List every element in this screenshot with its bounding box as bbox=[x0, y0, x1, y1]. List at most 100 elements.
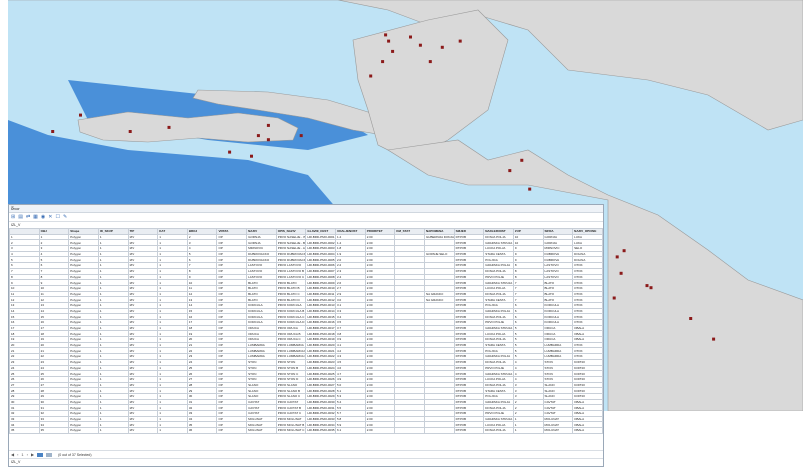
select-by-attributes-icon[interactable]: ▤ bbox=[18, 214, 23, 220]
clear-selection-icon[interactable]: ✕ bbox=[48, 214, 52, 220]
map-point[interactable] bbox=[458, 39, 462, 43]
table-cell: HR-BRD-PMO-0004 bbox=[305, 250, 337, 258]
map-point[interactable] bbox=[167, 125, 171, 129]
table-toolbar: ⊞ ▤ ⇄ ▦ ◉ ✕ ☐ ✎ bbox=[9, 213, 603, 222]
footer-layer-tab[interactable]: IZL_V bbox=[11, 460, 20, 465]
table-cell: HR-BRD-PMO-0018 bbox=[305, 330, 337, 338]
map-point[interactable] bbox=[387, 39, 391, 43]
map-point[interactable] bbox=[384, 33, 388, 37]
delete-selected-icon[interactable]: ☐ bbox=[55, 214, 59, 220]
table-cell: HR-BRD-PMO-0011 bbox=[305, 290, 337, 298]
map-point[interactable] bbox=[528, 187, 532, 191]
map-point[interactable] bbox=[79, 113, 82, 117]
table-cell: 36 bbox=[38, 432, 70, 434]
table-cell: HR-BRD-PMO-0001 bbox=[305, 233, 337, 241]
map-point[interactable] bbox=[520, 158, 524, 162]
map-point[interactable] bbox=[615, 255, 619, 259]
table-cell: HR-BRD-PMO-0017 bbox=[305, 324, 337, 332]
map-point[interactable] bbox=[440, 45, 444, 49]
table-cell: HR-BRD-PMO-0028 bbox=[305, 387, 337, 394]
map-point[interactable] bbox=[266, 138, 270, 142]
show-selected-records-button[interactable] bbox=[46, 452, 53, 457]
map-point[interactable] bbox=[508, 169, 512, 173]
map-point[interactable] bbox=[645, 284, 649, 288]
map-point[interactable] bbox=[391, 49, 395, 53]
map-point[interactable] bbox=[369, 74, 373, 78]
table-cell: HR-BRD-PMO-0036 bbox=[305, 432, 337, 434]
map-point[interactable] bbox=[689, 317, 693, 320]
table-cell: PRVO DUBROVACKO bbox=[275, 250, 307, 258]
table-cell: MOLUNAT bbox=[246, 432, 277, 434]
table-cell: PRVO LASTOVO B bbox=[275, 267, 307, 275]
table-cell: HR-BRD-PMO-0013 bbox=[305, 301, 337, 309]
table-cell: HR-BRD-PMO-0021 bbox=[305, 347, 337, 355]
table-cell: PRVO NASELJE - B bbox=[275, 239, 307, 247]
table-cell: PRVO KORCULA bbox=[275, 301, 307, 309]
table-cell: PRVO LUMBARDA C bbox=[275, 353, 307, 360]
table-cell: OP bbox=[216, 432, 248, 434]
table-cell: GRADSKA STRUJA bbox=[483, 370, 514, 377]
table-cell: GRADSKA POLJA bbox=[483, 307, 514, 315]
record-number-field[interactable]: 1 bbox=[21, 452, 23, 457]
next-record-button[interactable]: › bbox=[27, 452, 28, 457]
zoom-to-selected-icon[interactable]: ◉ bbox=[41, 214, 45, 220]
table-cell: PRVO MOLUNAT B bbox=[275, 421, 307, 429]
table-cell: HR-BRD-PMO-0015 bbox=[305, 313, 337, 320]
table-cell: GUBERNIJA DONJA SELA bbox=[423, 233, 455, 241]
map-point[interactable] bbox=[612, 296, 616, 300]
window-titlebar[interactable]: Izvor × bbox=[9, 205, 603, 213]
table-cell: HR-BRD-PMO-0020 bbox=[305, 341, 337, 349]
map-point[interactable] bbox=[712, 337, 716, 341]
table-cell: GRADSKA STRUJA bbox=[483, 279, 514, 286]
map-point[interactable] bbox=[256, 134, 260, 138]
attribute-table: OBJ Shape ID_SKUP TIP KAT BROJ VRSTA NAZIV OPIS_… bbox=[9, 228, 603, 434]
map-point[interactable] bbox=[428, 60, 432, 64]
edit-icon[interactable]: ✎ bbox=[63, 214, 67, 220]
table-cell: 1 bbox=[157, 432, 188, 434]
last-record-button[interactable]: ▶ bbox=[31, 452, 34, 457]
table-cell: HR-BRD-PMO-0027 bbox=[305, 381, 337, 389]
first-record-button[interactable]: ◀ bbox=[11, 452, 14, 457]
map-point[interactable] bbox=[299, 134, 303, 138]
close-icon[interactable]: × bbox=[11, 205, 601, 211]
table-cell: HR-BRD-PMO-0014 bbox=[305, 307, 337, 315]
footer-tab-row: IZL_V bbox=[9, 458, 603, 466]
table-cell: HR-BRD-PMO-0034 bbox=[305, 421, 337, 429]
map-point[interactable] bbox=[266, 123, 270, 127]
table-cell: HR-BRD-PMO-0005 bbox=[305, 256, 337, 264]
previous-record-button[interactable]: ‹ bbox=[17, 452, 18, 457]
map-point[interactable] bbox=[418, 43, 422, 47]
table-cell: HR-BRD-PMO-0010 bbox=[305, 284, 337, 292]
map-point[interactable] bbox=[51, 130, 55, 133]
table-cell: GRADSKA STRUJA bbox=[483, 239, 514, 247]
map-point[interactable] bbox=[619, 271, 623, 275]
table-cell: HR-BRD-PMO-0007 bbox=[305, 267, 337, 275]
table-cell: PRVO MOLUNAT D bbox=[275, 432, 307, 434]
map-point[interactable] bbox=[649, 286, 653, 290]
table-cell: HR-BRD-PMO-0032 bbox=[305, 410, 337, 417]
map-point[interactable] bbox=[228, 150, 232, 154]
table-cell: HR-BRD-PMO-0029 bbox=[305, 392, 337, 400]
table-body: 1 1 Polygon 1 IZV 1 2 OP GORNJA PRVO NASELJE - IS… bbox=[9, 233, 603, 434]
attribute-grid[interactable]: OBJ Shape ID_SKUP TIP KAT BROJ VRSTA NAZIV OPIS_… bbox=[9, 228, 603, 434]
table-options-icon[interactable]: ⊞ bbox=[11, 214, 15, 220]
table-cell: DTPOB bbox=[453, 432, 485, 434]
map-point[interactable] bbox=[250, 154, 253, 158]
map-point[interactable] bbox=[128, 130, 132, 133]
table-cell: HR-BRD-PMO-0026 bbox=[305, 375, 337, 383]
table-cell: GRADSKA STRUJA bbox=[483, 324, 514, 332]
table-cell: PRVO KORCULA C bbox=[275, 313, 307, 320]
map-point[interactable] bbox=[409, 35, 412, 39]
switch-selection-icon[interactable]: ⇄ bbox=[26, 214, 30, 220]
map-point[interactable] bbox=[622, 249, 626, 253]
show-all-records-button[interactable] bbox=[37, 452, 44, 457]
map-point[interactable] bbox=[381, 60, 385, 64]
table-cell: PRVO LUMBARDA B bbox=[275, 347, 307, 355]
table-row[interactable]: 3636Polygon1IZV137OPMOLUNATPRVO MOLUNAT … bbox=[9, 432, 603, 434]
table-cell: HR-BRD-PMO-0023 bbox=[305, 358, 337, 366]
table-cell: PRVO KORCULA D bbox=[275, 319, 307, 326]
table-cell: HR-BRD-PMO-0003 bbox=[305, 245, 337, 252]
table-cell: HR-BRD-PMO-0019 bbox=[305, 336, 337, 343]
select-all-icon[interactable]: ▦ bbox=[33, 214, 38, 220]
table-cell: PRVO LUMBARDA bbox=[275, 341, 307, 349]
